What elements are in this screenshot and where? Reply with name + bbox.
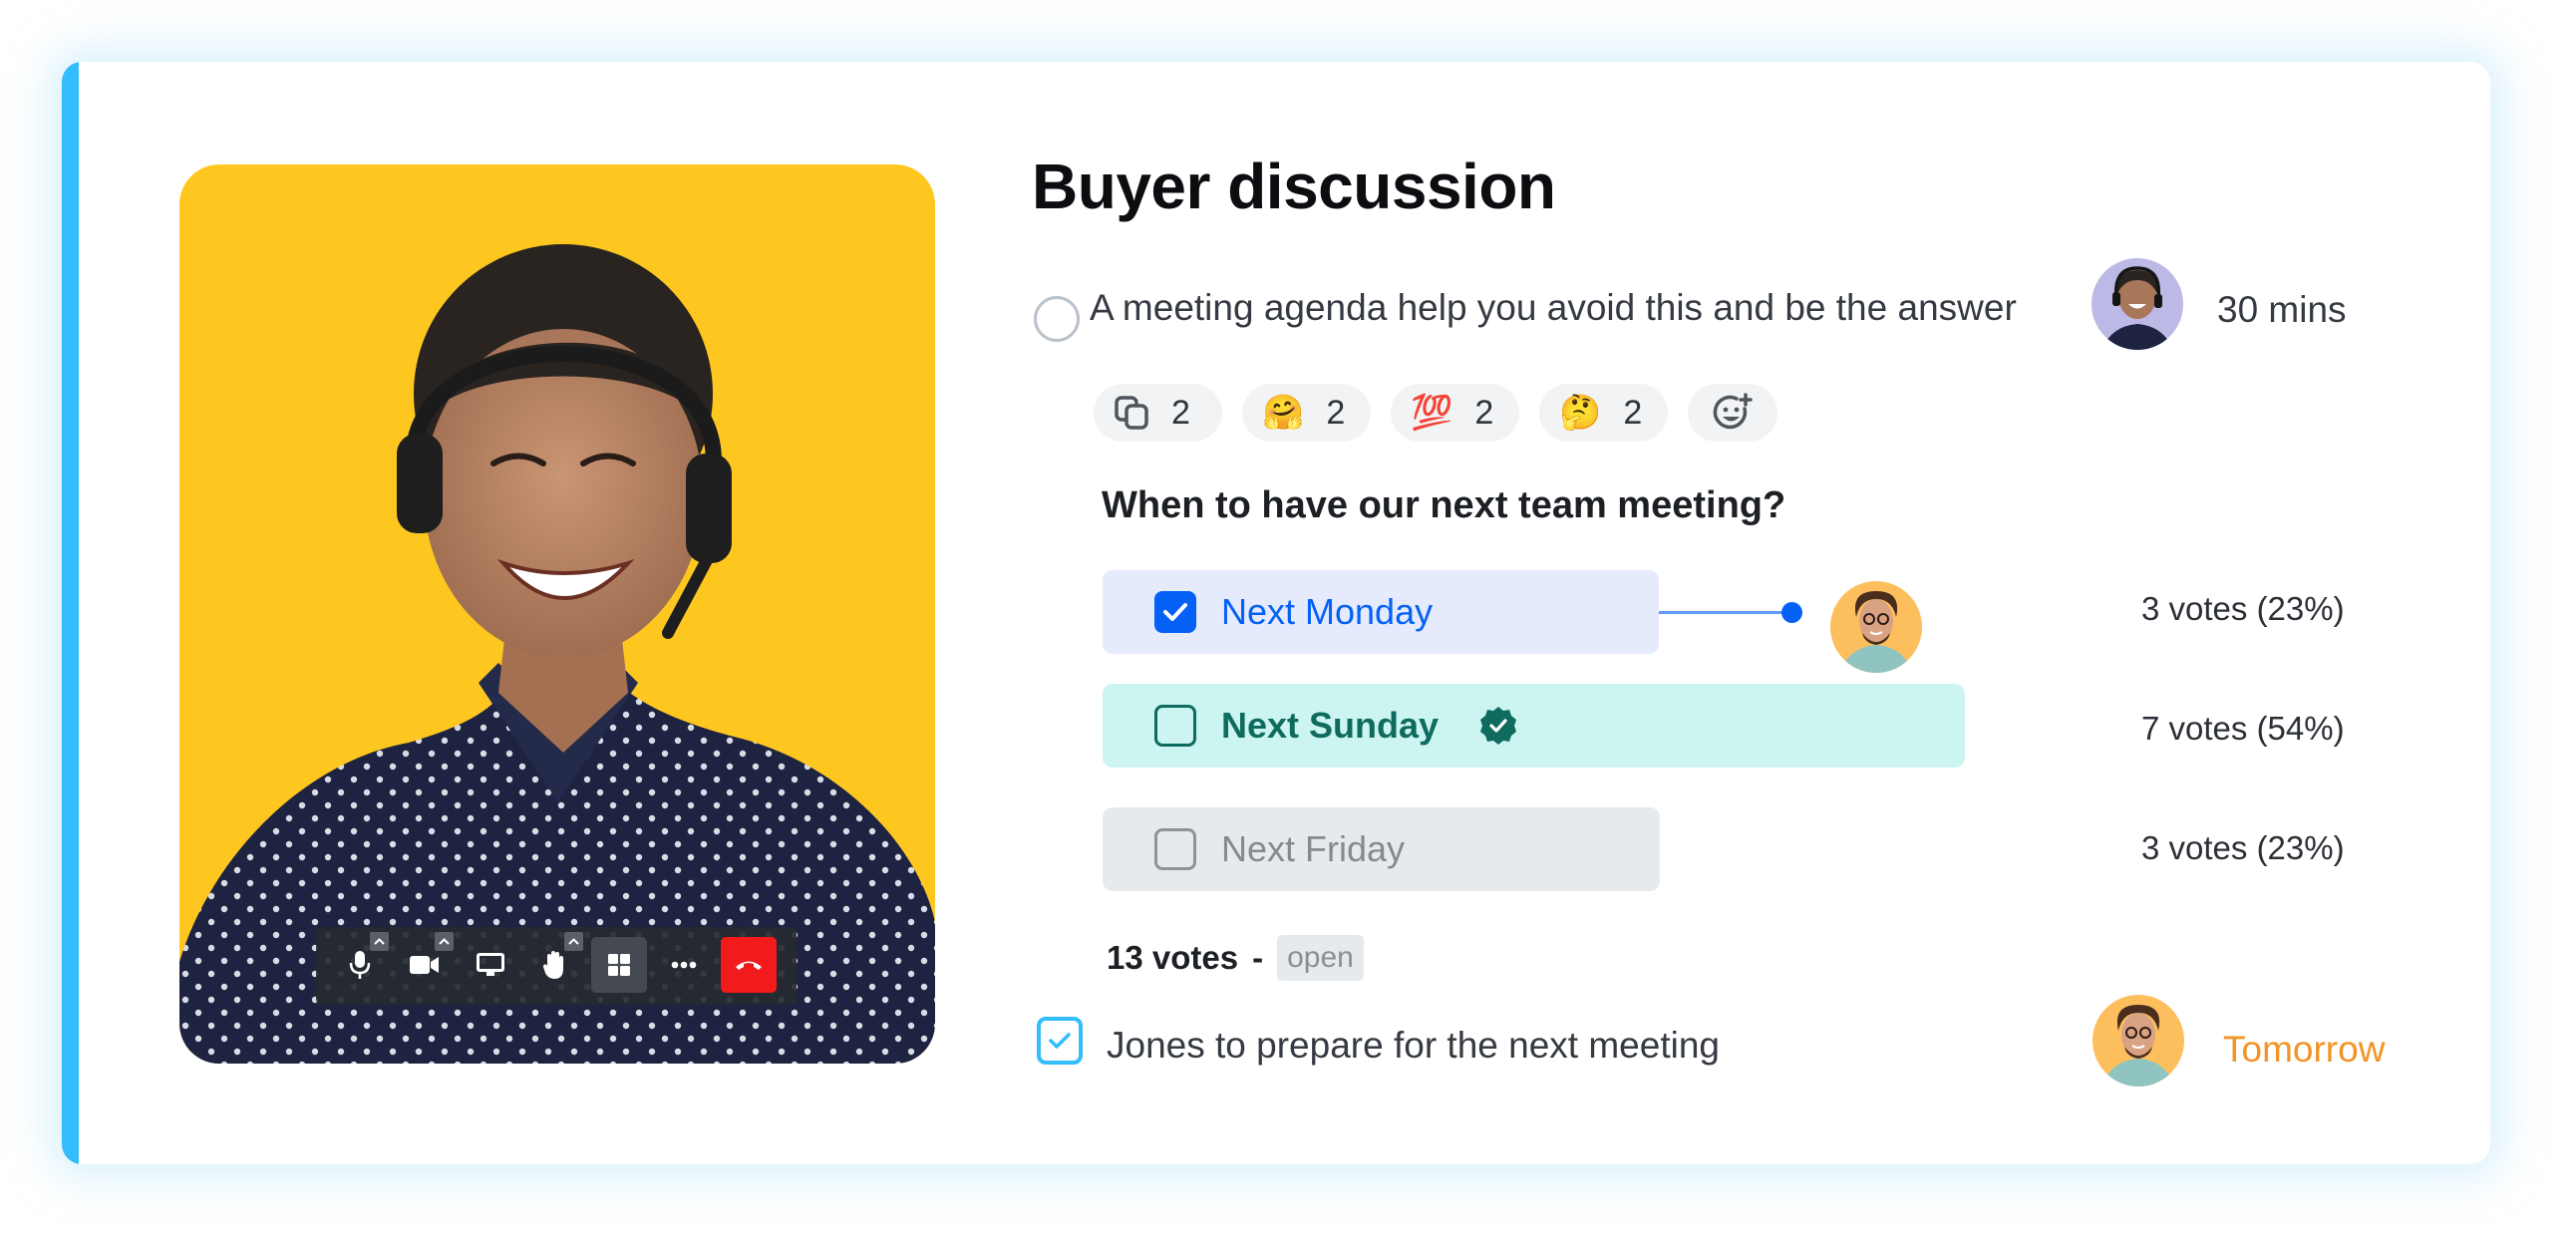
checkmark-icon xyxy=(1049,1033,1071,1049)
grid-icon xyxy=(608,954,630,976)
phone-hangup-icon xyxy=(736,961,762,970)
reaction-count: 2 xyxy=(1623,393,1643,432)
task-assignee-avatar[interactable] xyxy=(2093,995,2184,1087)
poll-summary: 13 votes - open xyxy=(1107,935,1364,981)
reaction-count: 2 xyxy=(1326,393,1346,432)
curly-hair-man-avatar xyxy=(1840,591,1912,673)
poll-option-votes: 3 votes (23%) xyxy=(2141,590,2345,627)
poll-option-votes: 3 votes (23%) xyxy=(2141,829,2345,866)
voter-connector-dot xyxy=(1781,602,1802,623)
chevron-up-icon xyxy=(374,938,385,945)
chevron-up-icon xyxy=(568,938,579,945)
woman-with-headset-avatar xyxy=(2101,266,2173,350)
poll-status-badge: open xyxy=(1277,935,1364,981)
call-toolbar xyxy=(316,927,797,1005)
more-dots-icon xyxy=(671,961,697,969)
checkmark-icon xyxy=(1163,603,1187,621)
reaction-copy[interactable]: 2 xyxy=(1094,384,1222,442)
poll-question: When to have our next team meeting? xyxy=(1102,484,1786,526)
thinking-face-emoji: 🤔 xyxy=(1559,393,1602,433)
curly-hair-man-avatar xyxy=(2102,1005,2174,1087)
add-emoji-icon xyxy=(1713,393,1753,430)
share-screen-button[interactable] xyxy=(463,937,518,993)
agenda-item-checkbox[interactable] xyxy=(1034,296,1080,342)
verified-badge-icon xyxy=(1480,707,1517,745)
add-reaction-button[interactable] xyxy=(1688,384,1777,442)
reaction-hundred-points[interactable]: 💯 2 xyxy=(1391,384,1519,442)
reaction-count: 2 xyxy=(1171,393,1190,432)
hand-icon xyxy=(542,951,563,979)
monitor-icon xyxy=(477,953,504,976)
hundred-points-emoji: 💯 xyxy=(1411,393,1453,433)
raise-hand-options-caret[interactable] xyxy=(564,932,583,951)
reaction-thinking-face[interactable]: 🤔 2 xyxy=(1539,384,1668,442)
poll-option-checkbox[interactable] xyxy=(1154,705,1196,747)
voter-connector-line xyxy=(1659,611,1791,614)
agenda-item-text: A meeting agenda help you avoid this and… xyxy=(1090,287,2017,328)
poll-option-label: Next Sunday xyxy=(1221,705,1440,746)
poll-option-next-monday[interactable]: Next Monday xyxy=(1103,570,1659,654)
poll-option-next-friday[interactable]: Next Friday xyxy=(1103,807,1660,891)
task-checkbox[interactable] xyxy=(1037,1017,1083,1065)
reaction-bar: 2 🤗 2 💯 2 🤔 2 xyxy=(1094,384,1777,442)
video-camera-icon xyxy=(410,956,439,974)
video-call-tile xyxy=(179,164,935,1064)
poll-option-votes: 7 votes (54%) xyxy=(2141,710,2345,747)
layout-grid-button[interactable] xyxy=(591,937,647,993)
agenda-owner-avatar[interactable] xyxy=(2092,258,2183,350)
mic-icon xyxy=(349,951,371,979)
agenda-duration: 30 mins xyxy=(2217,289,2347,330)
hang-up-button[interactable] xyxy=(721,937,777,993)
task-text: Jones to prepare for the next meeting xyxy=(1107,1025,1720,1066)
microphone-options-caret[interactable] xyxy=(370,932,389,951)
poll-option-checkbox[interactable] xyxy=(1154,828,1196,870)
poll-option-label: Next Friday xyxy=(1221,828,1406,869)
poll-summary-separator: - xyxy=(1252,939,1264,976)
camera-options-caret[interactable] xyxy=(435,932,454,951)
poll-option-next-sunday[interactable]: Next Sunday xyxy=(1103,684,1965,768)
reaction-hugging-face[interactable]: 🤗 2 xyxy=(1242,384,1371,442)
hugging-face-emoji: 🤗 xyxy=(1262,393,1305,433)
meeting-card: Buyer discussion A meeting agenda help y… xyxy=(62,62,2490,1164)
more-options-button[interactable] xyxy=(656,937,712,993)
copy-icon xyxy=(1115,396,1148,430)
chevron-up-icon xyxy=(439,938,450,945)
meeting-title: Buyer discussion xyxy=(1032,151,1556,222)
poll-total-votes: 13 votes xyxy=(1107,939,1239,976)
voter-avatar[interactable] xyxy=(1830,581,1922,673)
accent-bar xyxy=(62,62,79,1164)
poll-option-label: Next Monday xyxy=(1221,591,1434,632)
poll-option-checkbox[interactable] xyxy=(1154,591,1196,633)
task-due-date: Tomorrow xyxy=(2223,1029,2386,1070)
reaction-count: 2 xyxy=(1474,393,1494,432)
